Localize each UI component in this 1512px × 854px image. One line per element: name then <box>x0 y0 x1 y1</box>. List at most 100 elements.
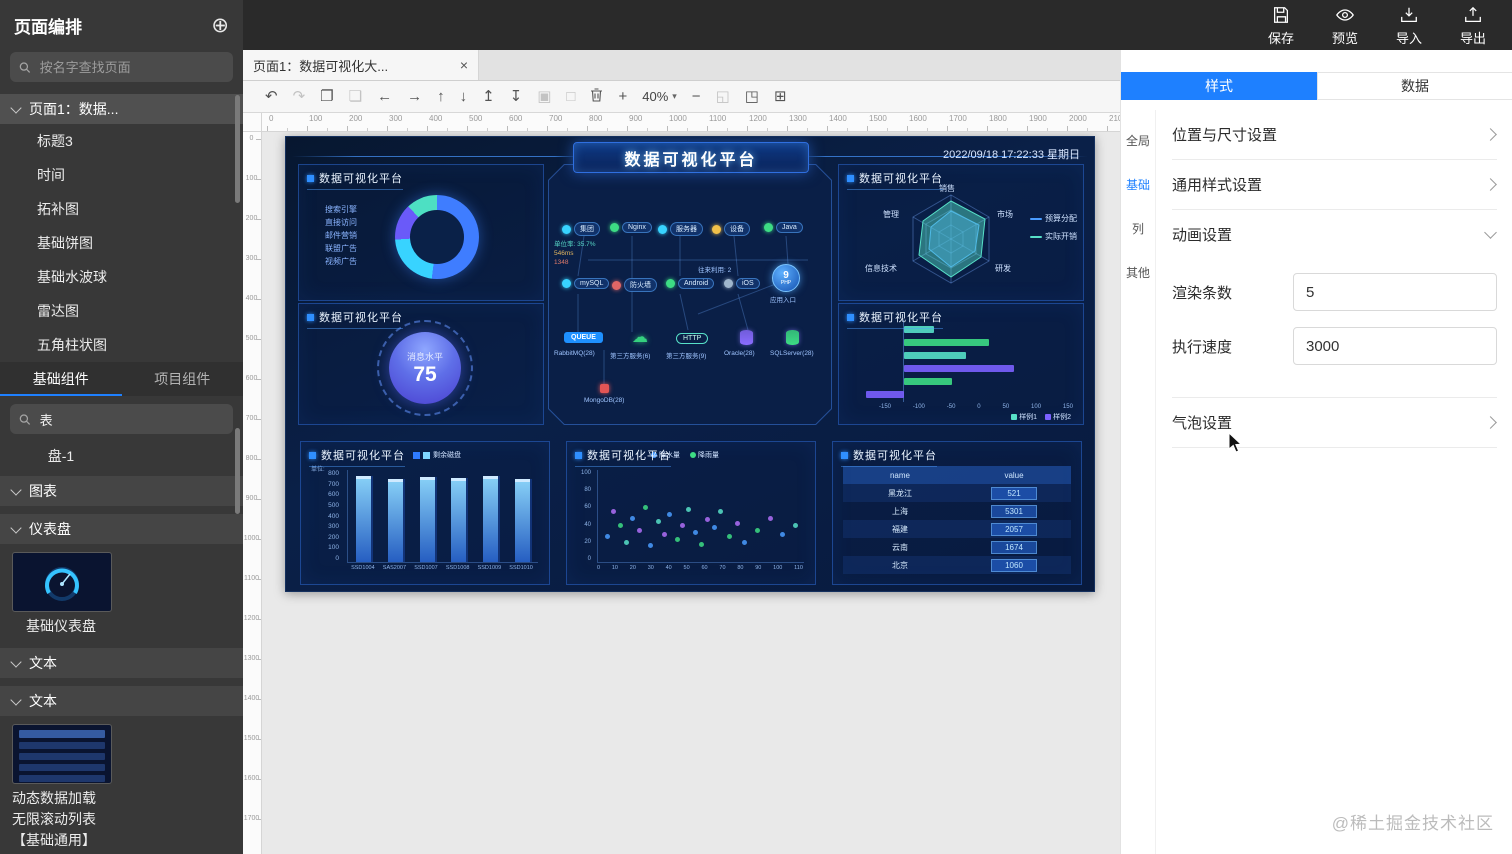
setting-row-bubble[interactable]: 气泡设置 <box>1172 398 1497 448</box>
cloud-node-icon[interactable]: ☁ <box>632 330 648 346</box>
component-item-label[interactable]: 基础仪表盘 <box>12 616 110 636</box>
component-item-label[interactable]: 盘-1 <box>12 446 110 466</box>
topology-node[interactable]: 防火墙 <box>612 278 657 292</box>
undo-icon[interactable]: ↶ <box>265 89 278 104</box>
topology-node[interactable]: Java <box>764 222 803 233</box>
section-header-gauge[interactable]: 仪表盘 <box>0 514 243 544</box>
section-header-text2[interactable]: 文本 <box>0 686 243 716</box>
page-tree-item[interactable]: 基础饼图 <box>0 226 243 260</box>
dashboard-title: 数据可视化平台 <box>624 151 758 169</box>
grid-view-icon[interactable]: ⊞ <box>774 89 787 104</box>
topology-node[interactable]: 集团 <box>562 222 600 236</box>
panel-hbar-chart[interactable]: 数据可视化平台 -150 -100 -50 0 50 100 150 样例1 样例2 <box>838 303 1084 425</box>
side-tab-global[interactable]: 全局 <box>1126 132 1150 149</box>
animation-fields: 渲染条数 执行速度 <box>1172 259 1497 398</box>
align-bottom-icon[interactable]: ↧ <box>510 89 523 104</box>
setting-row-common-style[interactable]: 通用样式设置 <box>1172 160 1497 210</box>
section-header-text1[interactable]: 文本 <box>0 648 243 678</box>
panel-scatter-chart[interactable]: 数据可视化平台 降水量 降雨量 100 80 60 40 20 0 0 10 20 30 40 50 6… <box>566 441 816 585</box>
panel-waterball[interactable]: 数据可视化平台 消息水平 75 <box>298 303 544 425</box>
component-search-input[interactable] <box>37 410 224 428</box>
tab-project-components[interactable]: 项目组件 <box>122 362 244 396</box>
sidebar-title: 页面编排 <box>14 17 82 37</box>
topology-node[interactable]: 服务器 <box>658 222 703 236</box>
chevron-right-icon <box>1484 128 1497 141</box>
component-search-box[interactable] <box>10 404 233 434</box>
export-button[interactable]: 导出 <box>1448 5 1498 47</box>
page-tree-root[interactable]: 页面1：数据... <box>0 94 243 124</box>
section-header-chart[interactable]: 图表 <box>0 476 243 506</box>
tab-style[interactable]: 样式 <box>1121 72 1317 100</box>
add-page-button[interactable]: ⊕ <box>211 15 229 36</box>
save-button[interactable]: 保存 <box>1256 5 1306 47</box>
panel-data-table[interactable]: 数据可视化平台 name value 黑龙江 521 上海 5301 福建 2057 云南 167… <box>832 441 1082 585</box>
tab-data[interactable]: 数据 <box>1317 72 1512 100</box>
axis-tick: SSD1007 <box>414 565 438 571</box>
page-tree-item[interactable]: 时间 <box>0 158 243 192</box>
side-tab-basic[interactable]: 基础 <box>1126 176 1150 193</box>
dashboard-datetime[interactable]: 2022/09/18 17:22:33 星期日 <box>943 146 1080 162</box>
move-left-icon[interactable]: ← <box>377 89 392 104</box>
ruler-tick <box>987 126 988 131</box>
tab-basic-components[interactable]: 基础组件 <box>0 362 122 396</box>
zoom-in-icon[interactable]: + <box>618 89 627 104</box>
dashboard-screen[interactable]: 数据可视化平台 2022/09/18 17:22:33 星期日 数据可视化平台 … <box>285 136 1095 592</box>
scrollbar[interactable] <box>235 428 240 514</box>
delete-icon[interactable] <box>590 88 603 105</box>
move-down-icon[interactable]: ↓ <box>460 89 468 104</box>
side-tab-column[interactable]: 列 <box>1132 220 1144 237</box>
close-icon[interactable]: × <box>460 57 468 73</box>
preview-button[interactable]: 预览 <box>1320 5 1370 47</box>
value-badge: 521 <box>991 486 1037 500</box>
component-item-label-multiline[interactable]: 动态数据加载 无限滚动列表 【基础通用】 <box>12 788 243 851</box>
copy-icon[interactable]: ❐ <box>320 89 333 104</box>
topology-node[interactable]: Nginx <box>610 222 652 233</box>
setting-row-animation[interactable]: 动画设置 <box>1172 210 1497 259</box>
page-tree-item[interactable]: 基础水波球 <box>0 260 243 294</box>
exec-speed-input[interactable] <box>1293 327 1497 365</box>
entry-node[interactable]: 9 PHP <box>772 264 800 292</box>
topology-node[interactable]: mySQL <box>562 278 610 289</box>
scatter-point <box>727 534 733 540</box>
legend-item: 实际开销 <box>1030 231 1077 242</box>
panel-donut-chart[interactable]: 数据可视化平台 搜索引擎 直接访问 邮件营销 联盟广告 视频广告 <box>298 164 544 301</box>
component-thumb-scrolllist[interactable] <box>12 724 112 784</box>
align-top-icon[interactable]: ↥ <box>482 89 495 104</box>
zoom-out-icon[interactable]: − <box>692 89 701 104</box>
page-tree-item[interactable]: 拓补图 <box>0 192 243 226</box>
panel-radar-chart[interactable]: 数据可视化平台 销售 市场 研发 信息技术 管理 预算分配 实际开销 <box>838 164 1084 301</box>
page-tree-item[interactable]: 标题3 <box>0 124 243 158</box>
canvas-tab[interactable]: 页面1：数据可视化大... × <box>243 50 479 80</box>
side-tab-other[interactable]: 其他 <box>1126 264 1150 281</box>
ruler-tick <box>287 128 288 131</box>
database-node-icon[interactable] <box>740 330 753 345</box>
topology-node[interactable]: 设备 <box>712 222 750 236</box>
panel-topology[interactable]: 集团 Nginx 服务器 设备 Java 单位率: 35.7% 546ms 1348 往来利用:… <box>548 164 832 425</box>
database-node-icon[interactable] <box>600 384 609 393</box>
import-button[interactable]: 导入 <box>1384 5 1434 47</box>
node-label: 设备 <box>724 222 750 236</box>
workspace[interactable]: 0 100 200 300 400 500 600 700 800 900 1000 1100 1200… <box>243 113 1120 854</box>
chevron-down-icon <box>1484 226 1497 239</box>
page-search-box[interactable] <box>10 52 233 82</box>
page-tree-item[interactable]: 雷达图 <box>0 294 243 328</box>
scrollbar[interactable] <box>235 95 240 203</box>
component-thumb-gauge[interactable] <box>12 552 112 612</box>
zoom-level-select[interactable]: 40% ▾ <box>642 89 677 104</box>
eye-icon <box>1336 9 1354 21</box>
dashboard-title-plaque[interactable]: 数据可视化平台 <box>573 142 809 173</box>
database-node-icon[interactable] <box>786 330 799 345</box>
move-right-icon[interactable]: → <box>407 89 422 104</box>
queue-node[interactable]: QUEUE <box>564 332 603 343</box>
setting-row-position-size[interactable]: 位置与尺寸设置 <box>1172 110 1497 160</box>
render-count-input[interactable] <box>1293 273 1497 311</box>
topology-node[interactable]: Android <box>666 278 715 289</box>
panel-bar-chart[interactable]: 数据可视化平台 单位: 剩余磁盘 800 700 600 500 400 300 200 10… <box>300 441 550 585</box>
page-tree-item[interactable]: 五角柱状图 <box>0 328 243 362</box>
topology-node[interactable]: iOS <box>724 278 760 289</box>
scatter-point <box>685 506 691 512</box>
fullscreen-icon[interactable]: ◳ <box>745 89 759 104</box>
http-node[interactable]: HTTP <box>676 333 709 344</box>
move-up-icon[interactable]: ↑ <box>437 89 445 104</box>
page-search-input[interactable] <box>37 58 224 76</box>
